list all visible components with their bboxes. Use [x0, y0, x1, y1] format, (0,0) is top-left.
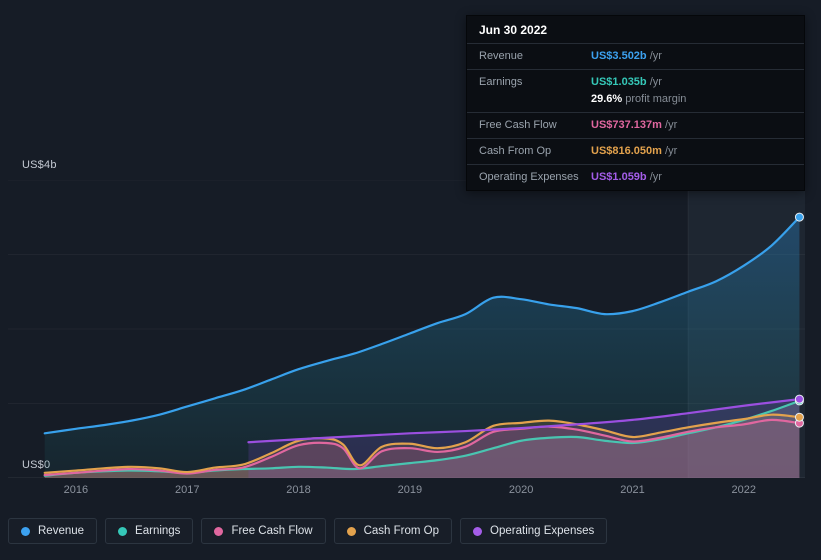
- legend-dot-cash-from-op: [346, 526, 356, 536]
- legend-item-free-cash-flow[interactable]: Free Cash Flow: [201, 518, 326, 544]
- x-tick-2021: 2021: [620, 484, 645, 496]
- tooltip-row-label: Operating Expenses: [479, 171, 579, 184]
- legend-item-cash-from-op[interactable]: Cash From Op: [333, 518, 453, 544]
- x-tick-2019: 2019: [397, 484, 423, 496]
- legend-dot-earnings: [118, 526, 128, 536]
- chart-canvas[interactable]: [8, 180, 805, 478]
- legend-label-operating-expenses: Operating Expenses: [490, 525, 595, 537]
- tooltip-row-revenue: Revenue US$3.502b /yr: [467, 44, 804, 71]
- tooltip-row-cash-from-op: Cash From Op US$816.050m /yr: [467, 139, 804, 166]
- tooltip-row-label: Free Cash Flow: [479, 119, 557, 132]
- legend-dot-revenue: [21, 526, 30, 536]
- legend-item-revenue[interactable]: Revenue: [8, 518, 98, 544]
- tooltip-row-earnings: Earnings US$1.035b /yr 29.6% profit margin: [467, 70, 804, 114]
- x-tick-2022: 2022: [731, 484, 757, 496]
- tooltip-row-free-cash-flow: Free Cash Flow US$737.137m /yr: [467, 113, 804, 140]
- chart-page: US$4b US$0 2016 2017 2018 2019 2020 2021 2022 …: [0, 0, 821, 560]
- legend-label-earnings: Earnings: [135, 525, 181, 537]
- tooltip-rows: Revenue US$3.502b /yr Earnings US$1.035b /y…: [467, 44, 804, 190]
- x-tick-2017: 2017: [174, 484, 200, 496]
- legend-label-cash-from-op: Cash From Op: [363, 525, 440, 537]
- tooltip-row-operating-expenses: Operating Expenses US$1.059b /yr: [467, 165, 804, 190]
- legend-dot-free-cash-flow: [214, 526, 224, 536]
- tooltip-row-value: US$1.059b /yr: [591, 171, 662, 184]
- legend-dot-operating-expenses: [473, 526, 483, 536]
- tooltip-date: Jun 30 2022: [467, 16, 804, 44]
- profit-margin-value: 29.6%: [591, 93, 623, 106]
- y-axis-label-top: US$4b: [22, 159, 57, 171]
- tooltip-row-value: US$3.502b /yr: [591, 50, 662, 62]
- tooltip-row-label: Cash From Op: [479, 145, 552, 158]
- tooltip-panel: Jun 30 2022 Revenue US$3.502b /yr Earnings…: [466, 15, 805, 192]
- legend-label-free-cash-flow: Free Cash Flow: [231, 525, 313, 537]
- tooltip-row-value: US$816.050m /yr: [591, 145, 678, 158]
- x-tick-2016: 2016: [63, 484, 89, 496]
- legend-item-operating-expenses[interactable]: Operating Expenses: [460, 518, 608, 544]
- legend-label-revenue: Revenue: [38, 525, 85, 537]
- tooltip-row-label: Revenue: [479, 50, 524, 62]
- tooltip-row-label: Earnings: [479, 76, 523, 89]
- legend: Revenue Earnings Free Cash Flow Cash From O…: [8, 518, 608, 544]
- tooltip-row-value: US$1.035b /yr 29.6% profit margin: [591, 76, 687, 106]
- tooltip-row-value: US$737.137m /yr: [591, 119, 678, 132]
- legend-item-earnings[interactable]: Earnings: [105, 518, 194, 544]
- x-tick-2018: 2018: [286, 484, 311, 496]
- x-tick-2020: 2020: [508, 484, 534, 496]
